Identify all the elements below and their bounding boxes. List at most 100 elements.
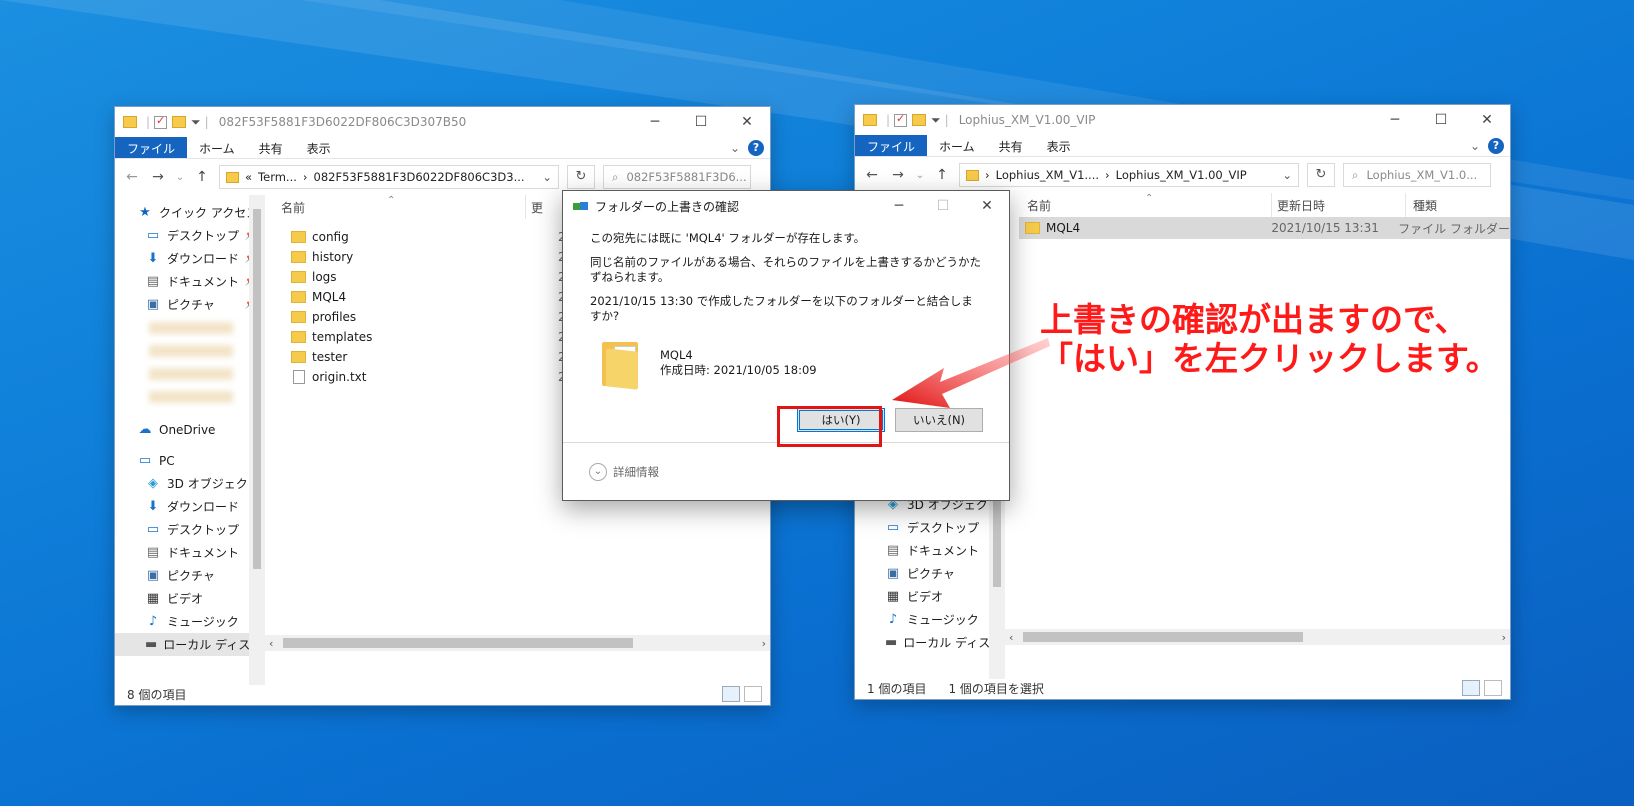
nav-desktop[interactable]: ▭ デスクトップ [855,516,1005,539]
tab-share[interactable]: 共有 [247,137,295,158]
tab-home[interactable]: ホーム [927,135,987,156]
large-icons-view-icon[interactable] [1484,680,1502,696]
nav-videos[interactable]: ▦ ビデオ [855,585,1005,608]
tab-view[interactable]: 表示 [295,137,343,158]
scroll-right-icon[interactable]: › [1502,631,1506,644]
title-bar: | ⏷ | Lophius_XM_V1.00_VIP ─ ☐ ✕ [855,105,1510,135]
nav-pictures[interactable]: ▣ ピクチャ [855,562,1005,585]
nav-quick-access[interactable]: ★ クイック アクセス [115,201,265,224]
folder-icon [291,351,306,363]
refresh-icon[interactable]: ↻ [1307,163,1335,187]
forward-arrow-icon[interactable]: → [889,167,907,183]
breadcrumb-item[interactable]: Term... [258,170,297,184]
table-row-selected[interactable]: MQL4 2021/10/15 13:31 ファイル フォルダー [1019,217,1510,239]
nav-music[interactable]: ♪ ミュージック [855,608,1005,631]
nav-onedrive[interactable]: ☁ OneDrive [115,418,265,441]
up-arrow-icon[interactable]: ↑ [193,169,211,185]
nav-local-disk[interactable]: ▬ ローカル ディスク (C [855,631,1005,654]
minimize-button[interactable]: ─ [632,114,678,130]
address-bar[interactable]: › Lophius_XM_V1.... › Lophius_XM_V1.00_V… [959,163,1299,187]
tab-share[interactable]: 共有 [987,135,1035,156]
column-header-modified[interactable]: 更 [531,199,543,216]
close-button[interactable]: ✕ [724,114,770,130]
vertical-scrollbar[interactable] [249,195,265,685]
search-input[interactable]: ⌕ 082F53F5881F3D6... [603,165,751,189]
column-divider [525,195,526,219]
nav-documents[interactable]: ▤ ドキュメント [855,539,1005,562]
recent-locations-icon[interactable]: ⌄ [175,172,185,183]
window-title: Lophius_XM_V1.00_VIP [958,113,1096,127]
nav-downloads-pc[interactable]: ⬇ ダウンロード [115,495,265,518]
refresh-icon[interactable]: ↻ [567,165,595,189]
column-header-name[interactable]: 名前 [1027,197,1257,214]
column-header-modified[interactable]: 更新日時 [1277,197,1325,214]
chevron-down-icon[interactable]: ⌄ [589,462,607,481]
maximize-button[interactable]: ☐ [1418,112,1464,128]
details-expander[interactable]: ⌄ 詳細情報 [563,442,1009,500]
scroll-left-icon[interactable]: ‹ [269,637,273,650]
details-view-icon[interactable] [722,686,740,702]
nav-downloads[interactable]: ⬇ ダウンロード 📌 [115,247,265,270]
chevron-down-icon[interactable]: ⌄ [542,170,552,184]
maximize-button[interactable]: ☐ [678,114,724,130]
properties-icon[interactable] [154,114,168,129]
address-overflow[interactable]: « [245,170,252,184]
breadcrumb-item[interactable]: Lophius_XM_V1.00_VIP [1116,168,1247,182]
expand-ribbon-icon[interactable]: ⌄ [1470,139,1480,153]
nav-local-disk[interactable]: ▬ ローカル ディスク (C [115,633,265,656]
close-button[interactable]: ✕ [965,198,1009,214]
back-arrow-icon[interactable]: ← [863,167,881,183]
message-line: 同じ名前のファイルがある場合、それらのファイルを上書きするかどうかたずねられます… [590,255,981,284]
scroll-left-icon[interactable]: ‹ [1009,631,1013,644]
nav-documents-pc[interactable]: ▤ ドキュメント [115,541,265,564]
pictures-icon: ▣ [146,568,160,583]
customize-quick-access-icon[interactable]: ⏷ [931,113,941,128]
folder-icon [291,311,306,323]
scroll-thumb[interactable] [1023,632,1303,642]
customize-quick-access-icon[interactable]: ⏷ [191,115,201,130]
breadcrumb-item[interactable]: 082F53F5881F3D6022DF806C3D3... [314,170,525,184]
nav-videos[interactable]: ▦ ビデオ [115,587,265,610]
new-folder-icon[interactable] [912,114,927,126]
recent-locations-icon[interactable]: ⌄ [915,170,925,181]
horizontal-scrollbar[interactable]: ‹ › [1005,629,1510,645]
scroll-thumb[interactable] [253,209,261,569]
breadcrumb-item[interactable]: Lophius_XM_V1.... [996,168,1099,182]
new-folder-icon[interactable] [172,116,187,128]
nav-pc[interactable]: ▭ PC [115,449,265,472]
forward-arrow-icon[interactable]: → [149,169,167,185]
nav-desktop-pc[interactable]: ▭ デスクトップ [115,518,265,541]
computer-icon: ▭ [138,453,152,468]
tab-view[interactable]: 表示 [1035,135,1083,156]
minimize-button[interactable]: ─ [877,198,921,214]
nav-3d-objects[interactable]: ◈ 3D オブジェクト [115,472,265,495]
nav-documents[interactable]: ▤ ドキュメント 📌 [115,270,265,293]
close-button[interactable]: ✕ [1464,112,1510,128]
nav-desktop[interactable]: ▭ デスクトップ 📌 [115,224,265,247]
nav-pictures-pc[interactable]: ▣ ピクチャ [115,564,265,587]
tab-file[interactable]: ファイル [855,135,928,156]
help-icon[interactable]: ? [748,139,764,156]
properties-icon[interactable] [894,112,908,127]
scroll-thumb[interactable] [283,638,633,648]
up-arrow-icon[interactable]: ↑ [933,167,951,183]
column-header-name[interactable]: 名前 [281,199,531,216]
minimize-button[interactable]: ─ [1372,112,1418,128]
scroll-right-icon[interactable]: › [762,637,766,650]
tab-home[interactable]: ホーム [187,137,247,158]
nav-music[interactable]: ♪ ミュージック [115,610,265,633]
expand-ribbon-icon[interactable]: ⌄ [730,141,740,155]
search-input[interactable]: ⌕ Lophius_XM_V1.0... [1343,163,1491,187]
large-icons-view-icon[interactable] [744,686,762,702]
details-view-icon[interactable] [1462,680,1480,696]
help-icon[interactable]: ? [1488,137,1504,154]
horizontal-scrollbar[interactable]: ‹ › [265,635,770,651]
back-arrow-icon[interactable]: ← [123,169,141,185]
chevron-down-icon[interactable]: ⌄ [1282,168,1292,182]
folder-icon [291,231,306,243]
nav-pictures[interactable]: ▣ ピクチャ 📌 [115,293,265,316]
address-bar[interactable]: « Term... › 082F53F5881F3D6022DF806C3D3.… [219,165,559,189]
tab-file[interactable]: ファイル [115,137,188,158]
column-header-type[interactable]: 種類 [1413,197,1437,214]
details-label[interactable]: 詳細情報 [613,464,659,480]
